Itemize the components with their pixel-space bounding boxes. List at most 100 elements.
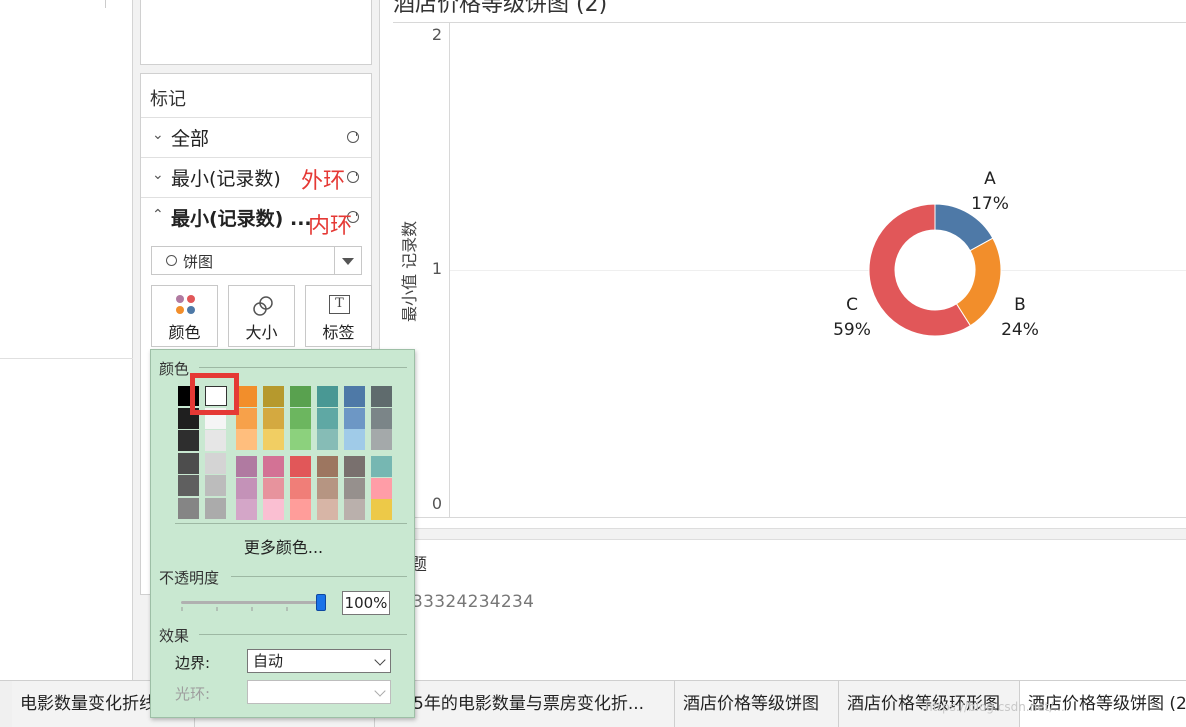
pane-separator <box>0 358 133 359</box>
color-swatch[interactable] <box>263 477 284 499</box>
color-swatch[interactable] <box>344 386 365 407</box>
color-swatch[interactable] <box>290 477 311 499</box>
donut-chart[interactable] <box>860 195 1010 345</box>
color-swatch-gray[interactable] <box>205 497 226 519</box>
chevron-down-icon <box>374 654 386 666</box>
color-swatch[interactable] <box>317 456 338 477</box>
color-dot <box>176 306 184 314</box>
color-swatch[interactable] <box>371 499 392 520</box>
dropdown-arrow-icon[interactable] <box>342 258 354 265</box>
watermark: https://blog.csdn.net/... <box>925 700 1065 714</box>
halo-select[interactable] <box>247 680 391 704</box>
caption-text[interactable]: 33324234234 <box>412 592 534 612</box>
color-swatch[interactable] <box>317 429 338 450</box>
marks-layer-label: 全部 <box>171 128 210 150</box>
marks-layer-label: 最小(记录数) <box>171 168 281 190</box>
color-swatch[interactable] <box>344 499 365 520</box>
color-swatch[interactable] <box>290 499 311 520</box>
color-swatch[interactable] <box>236 456 257 477</box>
slice-label-a: A 17% <box>968 167 1012 217</box>
opacity-slider-thumb[interactable] <box>316 594 326 611</box>
color-swatch[interactable] <box>317 386 338 407</box>
color-swatch[interactable] <box>290 456 311 477</box>
color-swatch[interactable] <box>236 407 257 429</box>
marks-layer-all[interactable]: ⌄ 全部 <box>141 117 371 157</box>
label-button[interactable]: T 标签 <box>305 285 372 347</box>
color-swatch-gray[interactable] <box>178 497 199 519</box>
selected-swatch-white[interactable] <box>205 386 227 406</box>
opacity-slider-ticks <box>181 607 288 611</box>
color-swatch[interactable] <box>344 456 365 477</box>
color-dot <box>187 295 195 303</box>
section-divider <box>199 634 407 635</box>
size-circles-icon <box>253 296 273 316</box>
caption-divider <box>380 528 1186 540</box>
mark-type-label: 饼图 <box>183 253 214 271</box>
color-swatch[interactable] <box>236 499 257 520</box>
slice-label-b: B 24% <box>998 293 1042 343</box>
color-swatch[interactable] <box>236 477 257 499</box>
palette-divider <box>175 523 407 524</box>
pie-chart-icon <box>166 255 177 266</box>
slice-percent: 59% <box>833 320 871 340</box>
chevron-down-icon[interactable]: ⌄ <box>152 127 164 143</box>
color-swatch[interactable] <box>371 429 392 450</box>
color-swatch[interactable] <box>344 407 365 429</box>
border-select[interactable]: 自动 <box>247 649 391 673</box>
color-swatch-gray[interactable] <box>205 475 226 497</box>
color-swatch-gray[interactable] <box>178 452 199 474</box>
annotation-outer-ring: 外环 <box>301 169 346 194</box>
data-pane <box>0 0 133 680</box>
donut-inner-ring[interactable] <box>895 230 975 310</box>
color-swatch[interactable] <box>290 407 311 429</box>
section-divider <box>231 576 407 577</box>
size-button[interactable]: 大小 <box>228 285 295 347</box>
chevron-up-icon[interactable]: ⌃ <box>152 207 164 223</box>
halo-label: 光环: <box>175 685 211 703</box>
color-swatch[interactable] <box>263 407 284 429</box>
color-swatch[interactable] <box>371 477 392 499</box>
chevron-down-icon <box>374 685 386 697</box>
color-swatch[interactable] <box>290 429 311 450</box>
color-swatch[interactable] <box>290 386 311 407</box>
more-colors-link[interactable]: 更多颜色... <box>151 534 416 558</box>
color-swatch-gray[interactable] <box>178 430 199 452</box>
color-swatch[interactable] <box>344 477 365 499</box>
color-swatch[interactable] <box>236 386 257 407</box>
color-button[interactable]: 颜色 <box>151 285 218 347</box>
color-swatch[interactable] <box>263 456 284 477</box>
border-select-value: 自动 <box>253 652 284 670</box>
annotation-inner-ring: 内环 <box>308 214 353 239</box>
color-swatch[interactable] <box>371 407 392 429</box>
dropdown-divider <box>334 247 335 274</box>
color-swatch[interactable] <box>317 477 338 499</box>
chevron-down-icon[interactable]: ⌄ <box>152 167 164 183</box>
color-swatch[interactable] <box>371 386 392 407</box>
color-swatch-gray[interactable] <box>205 452 226 474</box>
color-swatch-gray[interactable] <box>205 430 226 452</box>
y-tick-label: 2 <box>431 25 442 44</box>
title-separator <box>393 22 1186 23</box>
color-swatch[interactable] <box>236 429 257 450</box>
color-section-title: 颜色 <box>159 360 190 378</box>
color-swatch[interactable] <box>317 407 338 429</box>
color-swatch[interactable] <box>317 499 338 520</box>
y-axis-title[interactable]: 最小值 记录数 <box>396 221 420 322</box>
filters-card[interactable] <box>140 0 372 65</box>
color-swatch[interactable] <box>371 456 392 477</box>
pie-chart-icon <box>347 131 359 143</box>
effects-section-title: 效果 <box>159 627 190 645</box>
color-swatch[interactable] <box>344 429 365 450</box>
sheet-tab[interactable]: 5年的电影数量与票房变化折... <box>375 681 675 727</box>
mark-type-dropdown[interactable]: 饼图 <box>151 246 362 275</box>
color-swatch[interactable] <box>263 499 284 520</box>
color-swatch[interactable] <box>263 429 284 450</box>
x-axis-line <box>393 517 1186 518</box>
sheet-tab[interactable]: 酒店价格等级饼图 <box>675 681 839 727</box>
opacity-slider-track[interactable] <box>181 601 321 604</box>
color-swatch-gray[interactable] <box>178 475 199 497</box>
opacity-input[interactable]: 100% <box>342 591 390 615</box>
color-swatch[interactable] <box>263 386 284 407</box>
marks-card-title: 标记 <box>150 89 186 110</box>
slice-percent: 24% <box>1001 320 1039 340</box>
